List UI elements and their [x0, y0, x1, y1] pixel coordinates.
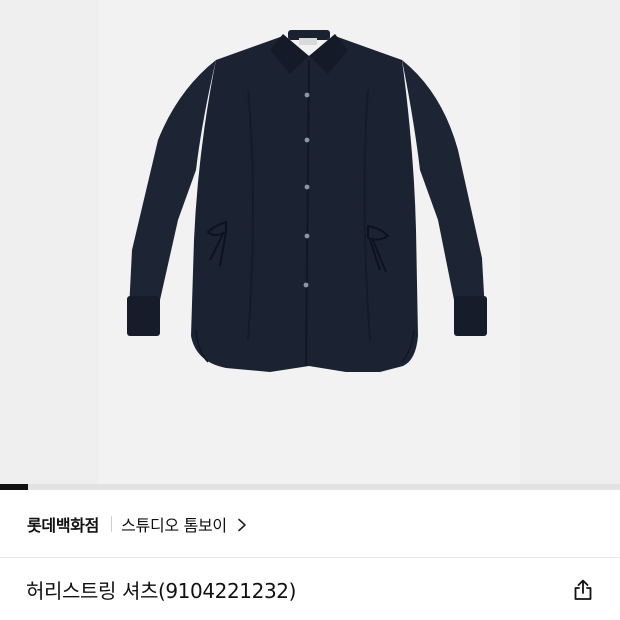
product-image-gallery[interactable] — [0, 0, 620, 484]
product-title-row: 허리스트링 셔츠(9104221232) — [0, 559, 620, 620]
shirt-neck-label — [299, 38, 317, 45]
store-name[interactable]: 롯데백화점 — [27, 512, 99, 536]
shirt-left-cuff — [127, 296, 160, 336]
product-detail-page: 롯데백화점 스튜디오 톰보이 허리스트링 셔츠(9104221232) — [0, 0, 620, 620]
product-title: 허리스트링 셔츠(9104221232) — [26, 579, 297, 603]
chevron-right-icon[interactable] — [237, 517, 247, 531]
brand-breadcrumb: 롯데백화점 스튜디오 톰보이 — [0, 490, 620, 558]
shirt-body — [191, 36, 418, 372]
shirt-illustration — [127, 30, 487, 372]
previous-image-peek — [0, 0, 98, 484]
brand-link[interactable]: 스튜디오 톰보이 — [121, 512, 227, 536]
product-image[interactable] — [98, 0, 520, 484]
brand-divider — [111, 515, 113, 532]
share-icon — [574, 579, 592, 600]
shirt-button — [304, 233, 310, 239]
shirt-button — [304, 92, 310, 98]
shirt-button — [303, 282, 309, 288]
next-image-peek — [520, 0, 620, 484]
share-button[interactable] — [570, 577, 596, 603]
shirt-button — [304, 137, 310, 143]
shirt-right-cuff — [454, 296, 487, 336]
shirt-button — [304, 184, 310, 190]
